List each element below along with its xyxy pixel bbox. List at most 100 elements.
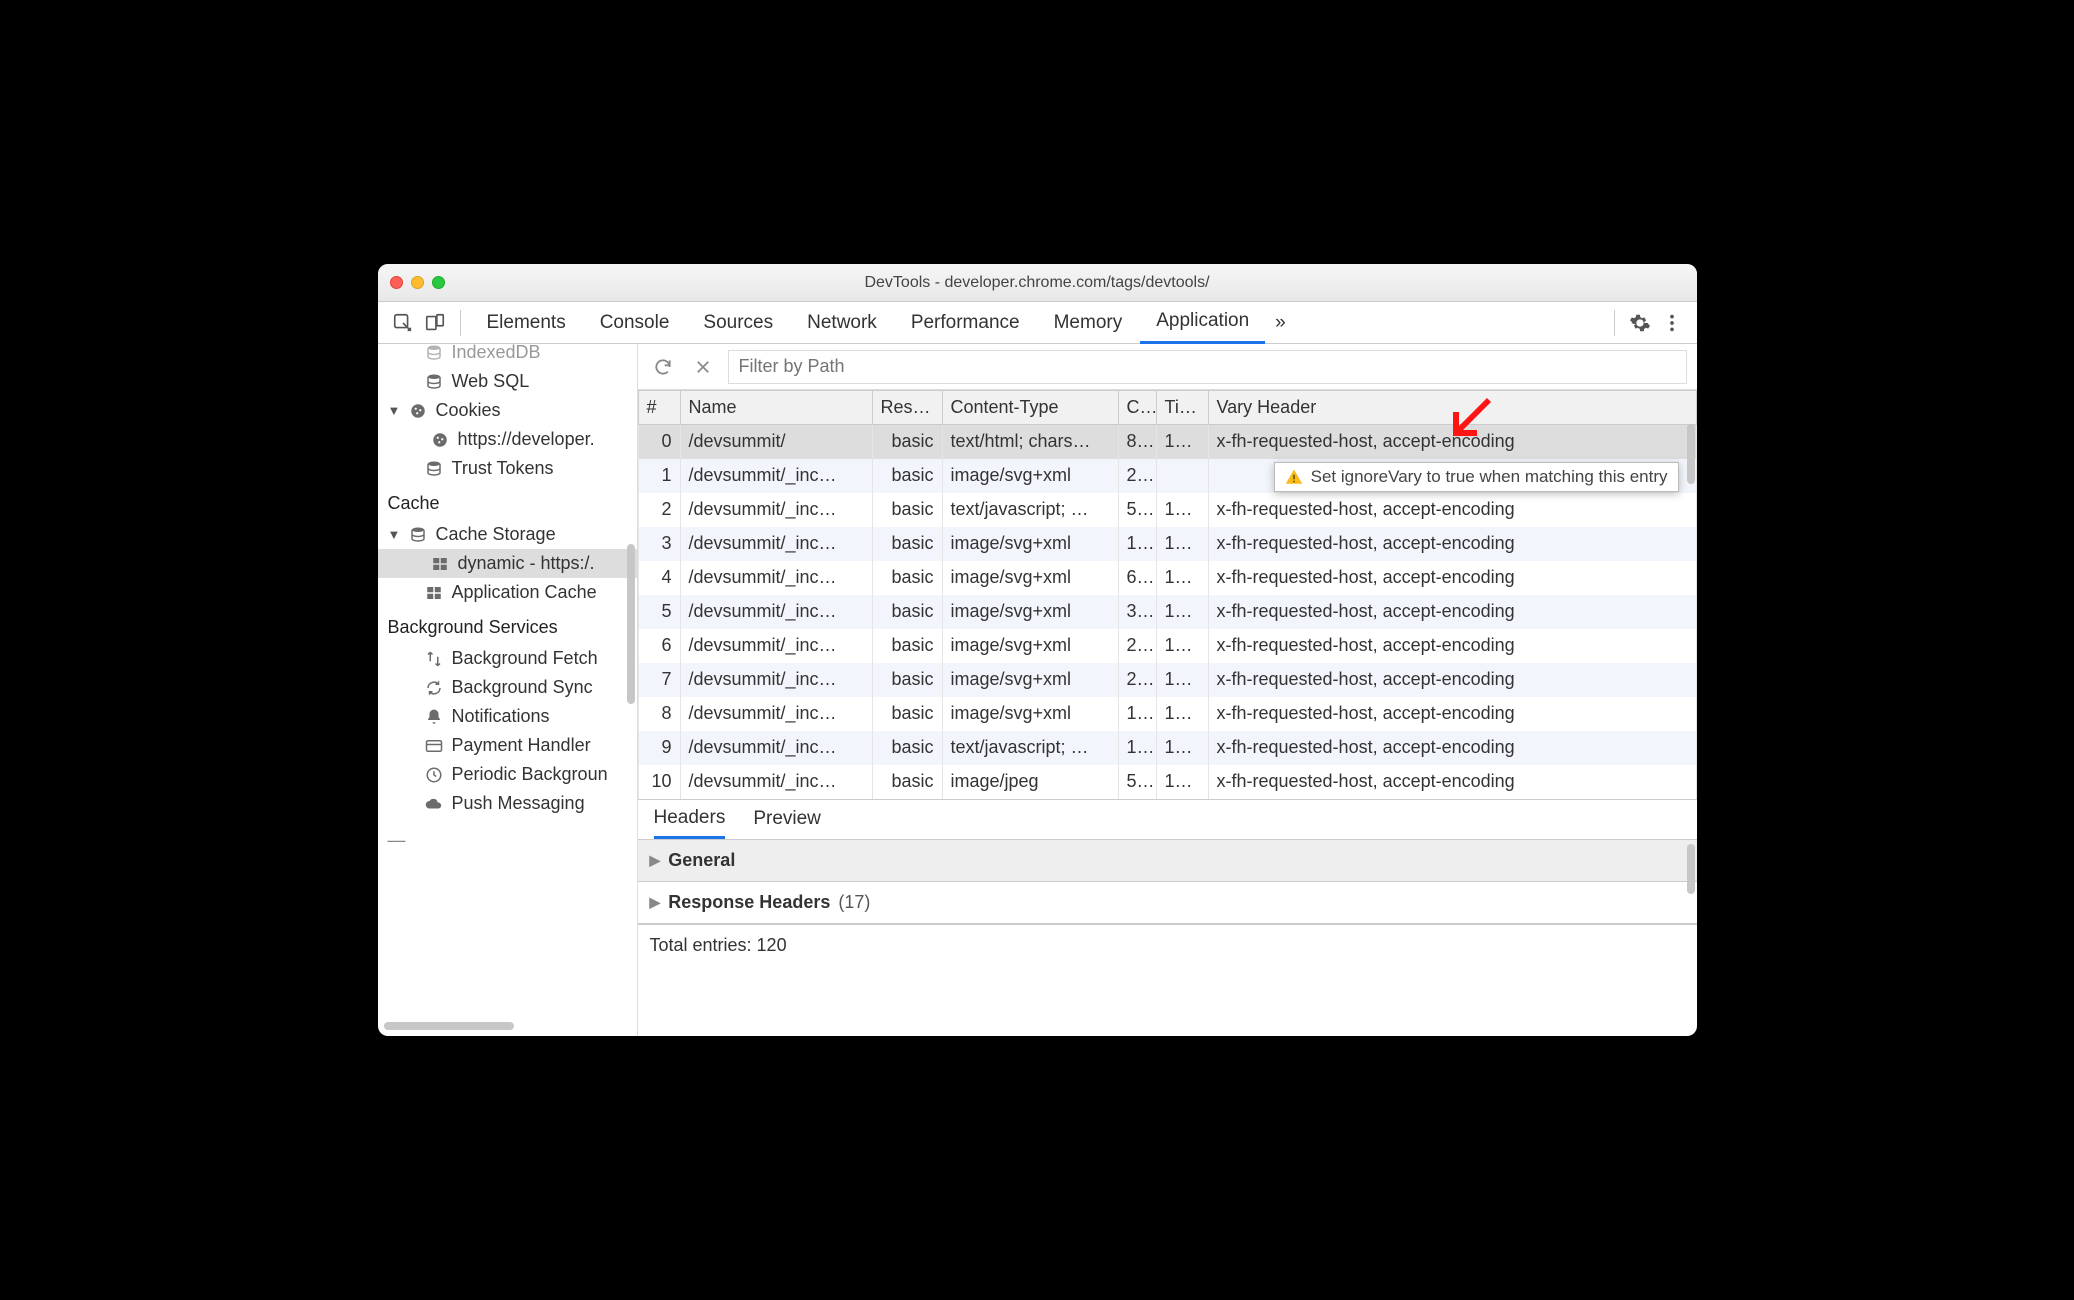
titlebar: DevTools - developer.chrome.com/tags/dev… xyxy=(378,264,1697,302)
cell: /devsummit/_inc… xyxy=(680,595,872,629)
table-row[interactable]: 8/devsummit/_inc…basicimage/svg+xml1…1…x… xyxy=(638,697,1696,731)
table-row[interactable]: 4/devsummit/_inc…basicimage/svg+xml6…1…x… xyxy=(638,561,1696,595)
tab-sources[interactable]: Sources xyxy=(687,302,789,344)
chevron-down-icon[interactable]: ▼ xyxy=(388,403,400,418)
col-name[interactable]: Name xyxy=(680,391,872,425)
settings-icon[interactable] xyxy=(1625,308,1655,338)
sidebar-label: Push Messaging xyxy=(452,793,585,814)
cell: x-fh-requested-host, accept-encoding xyxy=(1208,561,1696,595)
tab-application[interactable]: Application xyxy=(1140,302,1265,344)
sidebar-item-cookie-origin[interactable]: https://developer. xyxy=(378,425,637,454)
sidebar-item-cookies[interactable]: ▼ Cookies xyxy=(378,396,637,425)
chevron-right-icon: ▶ xyxy=(650,894,661,911)
application-sidebar: IndexedDB Web SQL ▼ Cookies https://deve… xyxy=(378,344,638,1036)
chevron-down-icon[interactable]: ▼ xyxy=(388,527,400,542)
table-row[interactable]: 3/devsummit/_inc…basicimage/svg+xml1…1…x… xyxy=(638,527,1696,561)
col-response[interactable]: Res… xyxy=(872,391,942,425)
cell: image/svg+xml xyxy=(942,697,1118,731)
cell: basic xyxy=(872,765,942,799)
sidebar-item-bg-fetch[interactable]: Background Fetch xyxy=(378,644,637,673)
col-vary-header[interactable]: Vary Header xyxy=(1208,391,1696,425)
sidebar-item-cache-dynamic[interactable]: dynamic - https:/. xyxy=(378,549,637,578)
section-label: General xyxy=(668,850,735,871)
col-content-type[interactable]: Content-Type xyxy=(942,391,1118,425)
cell: x-fh-requested-host, accept-encoding xyxy=(1208,765,1696,799)
inspect-element-icon[interactable] xyxy=(388,308,418,338)
headers-general-section[interactable]: ▶ General xyxy=(638,840,1697,882)
sidebar-item-trust-tokens[interactable]: Trust Tokens xyxy=(378,454,637,483)
table-icon xyxy=(424,583,444,603)
bell-icon xyxy=(424,707,444,727)
sidebar-hscrollbar[interactable] xyxy=(384,1022,514,1030)
cell: 3 xyxy=(638,527,680,561)
tab-console[interactable]: Console xyxy=(584,302,686,344)
cell: image/svg+xml xyxy=(942,527,1118,561)
cell: /devsummit/_inc… xyxy=(680,731,872,765)
tab-overflow[interactable]: » xyxy=(1267,302,1294,344)
sidebar-item-cache-storage[interactable]: ▼ Cache Storage xyxy=(378,520,637,549)
cell: basic xyxy=(872,459,942,493)
transfer-icon xyxy=(424,649,444,669)
tab-network[interactable]: Network xyxy=(791,302,893,344)
more-icon[interactable] xyxy=(1657,308,1687,338)
sidebar-section-bgservices: Background Services xyxy=(378,607,637,644)
cell: /devsummit/_inc… xyxy=(680,459,872,493)
sidebar-item-periodic-bg-sync[interactable]: Periodic Backgroun xyxy=(378,760,637,789)
sidebar-label: Cookies xyxy=(436,400,501,421)
sidebar-scrollbar[interactable] xyxy=(627,544,635,704)
cell: image/svg+xml xyxy=(942,595,1118,629)
cell: 1… xyxy=(1156,561,1208,595)
tooltip-text: Set ignoreVary to true when matching thi… xyxy=(1311,467,1668,487)
database-icon xyxy=(408,525,428,545)
cell: 8… xyxy=(1118,425,1156,459)
sidebar-divider: — xyxy=(378,818,637,851)
refresh-icon[interactable] xyxy=(648,352,678,382)
col-index[interactable]: # xyxy=(638,391,680,425)
sidebar-label: Background Sync xyxy=(452,677,593,698)
sidebar-label: Notifications xyxy=(452,706,550,727)
sidebar-item-push-messaging[interactable]: Push Messaging xyxy=(378,789,637,818)
toggle-device-icon[interactable] xyxy=(420,308,450,338)
detail-pane: Headers Preview ▶ General ▶ Response Hea… xyxy=(638,800,1697,1037)
col-time[interactable]: Ti… xyxy=(1156,391,1208,425)
cell: 1… xyxy=(1118,697,1156,731)
cell: 2… xyxy=(1118,629,1156,663)
tab-elements[interactable]: Elements xyxy=(471,302,582,344)
sidebar-item-notifications[interactable]: Notifications xyxy=(378,702,637,731)
table-row[interactable]: 10/devsummit/_inc…basicimage/jpeg5…1…x-f… xyxy=(638,765,1696,799)
sidebar-item-payment-handler[interactable]: Payment Handler xyxy=(378,731,637,760)
sidebar-item-indexeddb[interactable]: IndexedDB xyxy=(378,344,637,367)
cell: x-fh-requested-host, accept-encoding xyxy=(1208,595,1696,629)
clear-icon[interactable] xyxy=(688,352,718,382)
table-row[interactable]: 7/devsummit/_inc…basicimage/svg+xml2…1…x… xyxy=(638,663,1696,697)
cell: x-fh-requested-host, accept-encoding xyxy=(1208,527,1696,561)
table-row[interactable]: 9/devsummit/_inc…basictext/javascript; …… xyxy=(638,731,1696,765)
cell: 1… xyxy=(1156,493,1208,527)
table-row[interactable]: 6/devsummit/_inc…basicimage/svg+xml2…1…x… xyxy=(638,629,1696,663)
cell: x-fh-requested-host, accept-encoding xyxy=(1208,663,1696,697)
headers-response-section[interactable]: ▶ Response Headers (17) xyxy=(638,882,1697,924)
table-icon xyxy=(430,554,450,574)
detail-tab-preview[interactable]: Preview xyxy=(753,799,821,839)
cell: 1… xyxy=(1156,425,1208,459)
detail-scrollbar[interactable] xyxy=(1687,844,1695,894)
warning-icon xyxy=(1285,468,1303,486)
cloud-icon xyxy=(424,794,444,814)
cell: /devsummit/_inc… xyxy=(680,493,872,527)
cell: 0 xyxy=(638,425,680,459)
table-row[interactable]: 0/devsummit/basictext/html; chars…8…1…x-… xyxy=(638,425,1696,459)
detail-tab-headers[interactable]: Headers xyxy=(654,799,726,839)
col-content-length[interactable]: C.. xyxy=(1118,391,1156,425)
table-row[interactable]: 2/devsummit/_inc…basictext/javascript; …… xyxy=(638,493,1696,527)
tab-memory[interactable]: Memory xyxy=(1038,302,1139,344)
sidebar-item-websql[interactable]: Web SQL xyxy=(378,367,637,396)
sidebar-item-application-cache[interactable]: Application Cache xyxy=(378,578,637,607)
sidebar-item-bg-sync[interactable]: Background Sync xyxy=(378,673,637,702)
cell: x-fh-requested-host, accept-encoding xyxy=(1208,425,1696,459)
filter-input[interactable] xyxy=(728,350,1687,384)
cell: 6… xyxy=(1118,561,1156,595)
table-scrollbar[interactable] xyxy=(1687,424,1695,484)
tab-performance[interactable]: Performance xyxy=(895,302,1036,344)
table-row[interactable]: 5/devsummit/_inc…basicimage/svg+xml3…1…x… xyxy=(638,595,1696,629)
cell: basic xyxy=(872,697,942,731)
